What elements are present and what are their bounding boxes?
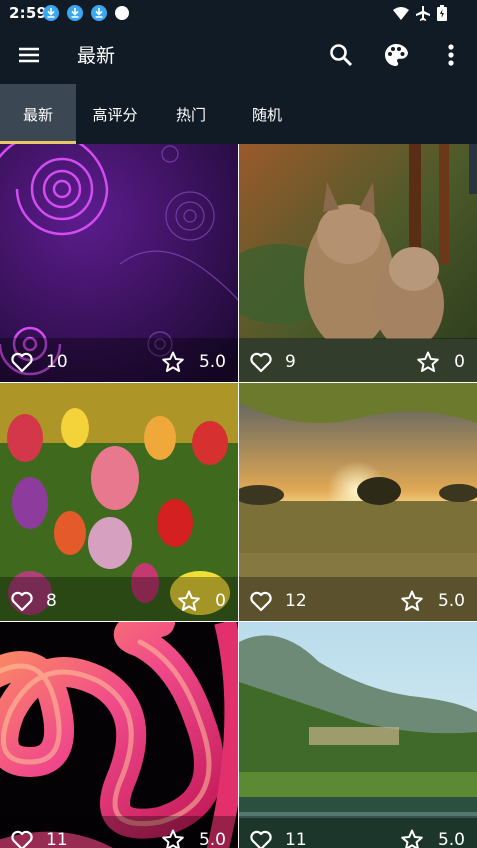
like-count[interactable]: 11 [10, 828, 68, 848]
heart-icon [250, 830, 272, 848]
wallpaper-image-river-valley [239, 622, 477, 848]
star-icon [417, 351, 439, 372]
like-count-value: 11 [46, 830, 68, 848]
download-icon [67, 5, 83, 21]
rating[interactable]: 5.0 [400, 589, 465, 613]
heart-icon [11, 591, 33, 612]
search-icon[interactable] [327, 41, 355, 69]
tab-bar: 最新 高评分 热门 随机 [0, 84, 477, 144]
heart-icon [250, 352, 272, 373]
heart-icon [11, 830, 33, 848]
rating-value: 5.0 [198, 830, 226, 848]
dot-icon [115, 6, 129, 20]
like-count[interactable]: 11 [249, 828, 307, 848]
like-count[interactable]: 8 [10, 589, 57, 613]
rating-value: 5.0 [437, 830, 465, 848]
wallpaper-card[interactable]: 12 5.0 [239, 383, 477, 621]
download-icon [91, 5, 107, 21]
rating[interactable]: 5.0 [400, 828, 465, 848]
wallpaper-card[interactable]: 11 5.0 [239, 622, 477, 848]
star-icon [401, 590, 423, 611]
scrollbar[interactable] [469, 144, 477, 194]
tab-random[interactable]: 随机 [228, 84, 306, 144]
rating-value: 0 [215, 591, 226, 611]
tab-label: 高评分 [92, 105, 138, 124]
star-icon [162, 351, 184, 372]
status-time: 2:59 [9, 4, 48, 22]
rating[interactable]: 0 [416, 350, 465, 374]
wallpaper-card[interactable]: 8 0 [0, 383, 238, 621]
more-vert-icon[interactable] [437, 41, 465, 69]
wifi-icon [393, 7, 409, 20]
heart-icon [250, 591, 272, 612]
status-bar: 2:59 [0, 0, 477, 26]
like-count-value: 11 [285, 830, 307, 848]
tab-latest[interactable]: 最新 [0, 84, 76, 144]
star-icon [178, 590, 200, 611]
wallpaper-card[interactable]: 10 5.0 [0, 144, 238, 382]
palette-icon[interactable] [382, 41, 410, 69]
tab-top-rated[interactable]: 高评分 [76, 84, 154, 144]
like-count[interactable]: 12 [249, 589, 307, 613]
like-count[interactable]: 9 [249, 350, 296, 374]
rating[interactable]: 5.0 [161, 828, 226, 848]
star-icon [401, 829, 423, 848]
like-count[interactable]: 10 [10, 350, 68, 374]
wallpaper-card[interactable]: 11 5.0 [0, 622, 238, 848]
heart-icon [11, 352, 33, 373]
rating-value: 5.0 [437, 591, 465, 611]
menu-icon[interactable] [16, 42, 42, 68]
page-title: 最新 [77, 45, 116, 67]
wallpaper-card[interactable]: 9 0 [239, 144, 477, 382]
app-bar: 最新 [0, 26, 477, 84]
tab-label: 热门 [175, 105, 206, 124]
tab-label: 随机 [251, 105, 282, 124]
download-icon [43, 5, 59, 21]
rating-value: 0 [454, 352, 465, 372]
rating-value: 5.0 [198, 352, 226, 372]
rating[interactable]: 5.0 [161, 350, 226, 374]
like-count-value: 9 [285, 352, 296, 372]
like-count-value: 10 [46, 352, 68, 372]
tab-label: 最新 [22, 105, 53, 124]
tab-popular[interactable]: 热门 [154, 84, 228, 144]
wallpaper-grid: 10 5.0 9 0 8 0 12 5.0 11 5.0 11 5.0 [0, 144, 477, 848]
star-icon [162, 829, 184, 848]
airplane-icon [416, 6, 430, 21]
wallpaper-image-pink-tube [0, 622, 238, 848]
battery-icon [437, 5, 447, 21]
rating[interactable]: 0 [177, 589, 226, 613]
like-count-value: 8 [46, 591, 57, 611]
like-count-value: 12 [285, 591, 307, 611]
